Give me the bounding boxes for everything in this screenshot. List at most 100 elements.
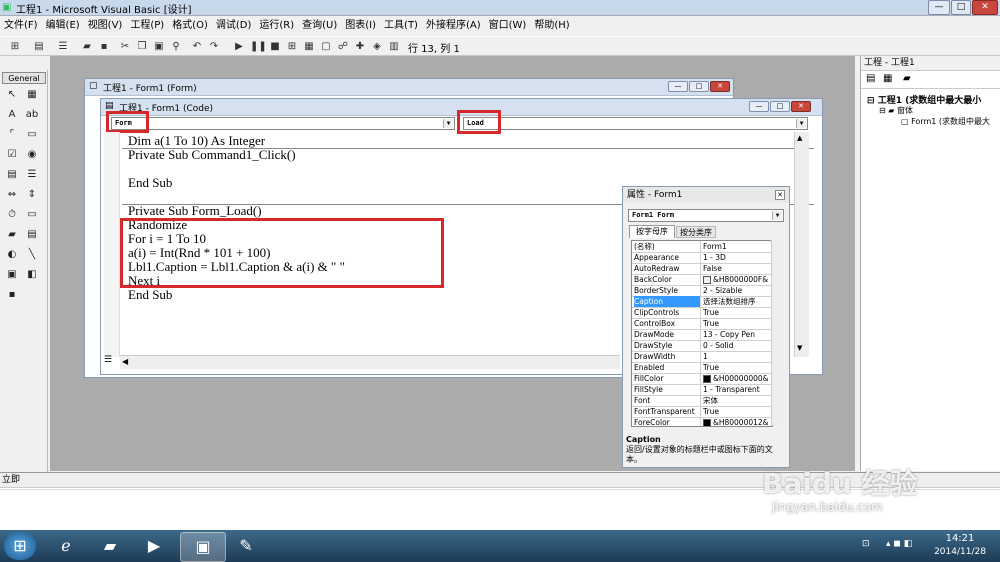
object-browser-icon[interactable]: ☍ <box>336 40 350 53</box>
filelistbox-tool-icon[interactable]: ▤ <box>24 228 40 242</box>
explorer-folder-icon[interactable]: ▰ <box>88 532 132 560</box>
property-row[interactable]: ForeColor &H80000012& <box>632 417 772 426</box>
ole-tool-icon[interactable]: ▪ <box>4 288 20 302</box>
undo-icon[interactable]: ↶ <box>190 40 204 53</box>
copy-icon[interactable]: ❐ <box>135 40 149 53</box>
add-project-icon[interactable]: ⊞ <box>8 40 22 53</box>
chevron-down-icon[interactable]: ▼ <box>772 211 782 220</box>
frame-tool-icon[interactable]: ⌜ <box>4 128 20 142</box>
menu-tools[interactable]: 工具(T) <box>380 17 422 35</box>
shape-tool-icon[interactable]: ◐ <box>4 248 20 262</box>
cut-icon[interactable]: ✂ <box>118 40 132 53</box>
properties-window[interactable]: 属性 - Form1 ✕ Form1 Form ▼ 按字母序 按分类序 (名称)… <box>622 186 790 468</box>
paste-icon[interactable]: ▣ <box>152 40 166 53</box>
property-value: True <box>703 307 771 318</box>
redo-icon[interactable]: ↷ <box>207 40 221 53</box>
dirlistbox-tool-icon[interactable]: ▰ <box>4 228 20 242</box>
code-close-button[interactable]: ✕ <box>791 101 811 112</box>
property-name: BorderStyle <box>634 285 701 296</box>
pause-icon[interactable]: ❚❚ <box>250 40 267 53</box>
form-layout-icon[interactable]: ▢ <box>319 40 333 53</box>
menu-query[interactable]: 查询(U) <box>298 17 341 35</box>
object-combo[interactable]: Form ▼ <box>111 117 455 130</box>
combobox-tool-icon[interactable]: ▤ <box>4 168 20 182</box>
code-horizontal-scrollbar[interactable]: ◀ <box>120 355 620 369</box>
menu-editor-icon[interactable]: ☰ <box>56 40 70 53</box>
procedure-combo[interactable]: Load ▼ <box>463 117 808 130</box>
tray-language-icon[interactable]: ⊡ <box>862 539 870 549</box>
image-tool-icon[interactable]: ▣ <box>4 268 20 282</box>
optionbutton-tool-icon[interactable]: ◉ <box>24 148 40 162</box>
tab-categorized[interactable]: 按分类序 <box>676 226 716 238</box>
view-code-icon[interactable]: ▤ <box>866 73 875 84</box>
menu-project[interactable]: 工程(P) <box>126 17 168 35</box>
view-object-icon[interactable]: ▦ <box>883 73 892 84</box>
toolbox-icon[interactable]: ✚ <box>353 40 367 53</box>
code-min-button[interactable]: — <box>749 101 769 112</box>
toggle-folders-icon[interactable]: ▰ <box>903 73 911 84</box>
scroll-left-icon[interactable]: ◀ <box>122 357 128 366</box>
menu-addins[interactable]: 外接程序(A) <box>422 17 485 35</box>
menu-window[interactable]: 窗口(W) <box>485 17 531 35</box>
chevron-down-icon[interactable]: ▼ <box>443 119 453 128</box>
procedure-view-icon[interactable]: ☰ <box>104 355 112 365</box>
textbox-tool-icon[interactable]: ab <box>24 108 40 122</box>
tray-icons[interactable]: ▴ ◼ ◧ <box>886 539 912 549</box>
properties-object-combo[interactable]: Form1 Form ▼ <box>628 209 784 222</box>
hscrollbar-tool-icon[interactable]: ⇔ <box>4 188 20 202</box>
menu-format[interactable]: 格式(O) <box>168 17 212 35</box>
open-icon[interactable]: ▰ <box>80 40 94 53</box>
component-manager-icon[interactable]: ▥ <box>387 40 401 53</box>
form-min-button[interactable]: — <box>668 81 688 92</box>
vscrollbar-tool-icon[interactable]: ⇕ <box>24 188 40 202</box>
vb-app-icon: ▣ <box>2 2 12 13</box>
scroll-down-icon[interactable]: ▼ <box>797 344 802 352</box>
form-close-button[interactable]: ✕ <box>710 81 730 92</box>
data-tool-icon[interactable]: ◧ <box>24 268 40 282</box>
line-tool-icon[interactable]: ╲ <box>24 248 40 262</box>
listbox-tool-icon[interactable]: ☰ <box>24 168 40 182</box>
code-max-button[interactable]: □ <box>770 101 790 112</box>
timer-tool-icon[interactable]: ⏱ <box>4 208 20 222</box>
project-explorer-icon[interactable]: ⊞ <box>285 40 299 53</box>
pointer-tool-icon[interactable]: ↖ <box>4 88 20 102</box>
menu-run[interactable]: 运行(R) <box>255 17 298 35</box>
menu-view[interactable]: 视图(V) <box>84 17 127 35</box>
menu-help[interactable]: 帮助(H) <box>530 17 573 35</box>
close-button[interactable]: ✕ <box>972 0 998 15</box>
menu-debug[interactable]: 调试(D) <box>212 17 256 35</box>
tree-item-forms-folder[interactable]: ⊟ ▰ 窗体 <box>879 105 1000 116</box>
properties-grid[interactable]: (名称) Form1 Appearance 1 - 3D AutoRedraw False… <box>631 240 773 427</box>
menu-file[interactable]: 文件(F) <box>0 17 42 35</box>
vb6-taskbar-icon[interactable]: ▣ <box>180 532 226 562</box>
find-icon[interactable]: ⚲ <box>169 40 183 53</box>
properties-icon[interactable]: ▦ <box>302 40 316 53</box>
data-view-icon[interactable]: ◈ <box>370 40 384 53</box>
maximize-button[interactable]: □ <box>951 0 971 15</box>
chevron-down-icon[interactable]: ▼ <box>796 119 806 128</box>
project-explorer[interactable]: 工程 - 工程1 ▤ ▦ ▰ ⊟ 工程1 (求数组中最大最小 ⊟ ▰ 窗体 ▢ … <box>860 56 1000 471</box>
ie-icon[interactable]: ℯ <box>44 532 88 560</box>
media-player-icon[interactable]: ▶ <box>132 532 176 560</box>
commandbutton-tool-icon[interactable]: ▭ <box>24 128 40 142</box>
properties-close-icon[interactable]: ✕ <box>775 190 785 200</box>
add-form-icon[interactable]: ▤ <box>32 40 46 53</box>
code-vertical-scrollbar[interactable]: ▲ ▼ <box>794 132 809 357</box>
drivelistbox-tool-icon[interactable]: ▭ <box>24 208 40 222</box>
start-icon[interactable]: ▶ <box>232 40 246 53</box>
save-icon[interactable]: ▪ <box>97 40 111 53</box>
form-max-button[interactable]: □ <box>689 81 709 92</box>
scroll-up-icon[interactable]: ▲ <box>797 134 802 142</box>
paint-icon[interactable]: ✎ <box>224 532 268 560</box>
menu-edit[interactable]: 编辑(E) <box>42 17 84 35</box>
stop-icon[interactable]: ■ <box>268 40 282 53</box>
tree-item-form1[interactable]: ▢ Form1 (求数组中最大 <box>901 116 1000 127</box>
label-tool-icon[interactable]: A <box>4 108 20 122</box>
menu-diagram[interactable]: 图表(I) <box>341 17 380 35</box>
tab-alphabetic[interactable]: 按字母序 <box>629 225 675 238</box>
minimize-button[interactable]: — <box>928 0 950 15</box>
properties-scrollbar[interactable] <box>771 240 782 425</box>
picturebox-tool-icon[interactable]: ▦ <box>24 88 40 102</box>
start-button-icon[interactable]: ⊞ <box>4 532 36 560</box>
checkbox-tool-icon[interactable]: ☑ <box>4 148 20 162</box>
